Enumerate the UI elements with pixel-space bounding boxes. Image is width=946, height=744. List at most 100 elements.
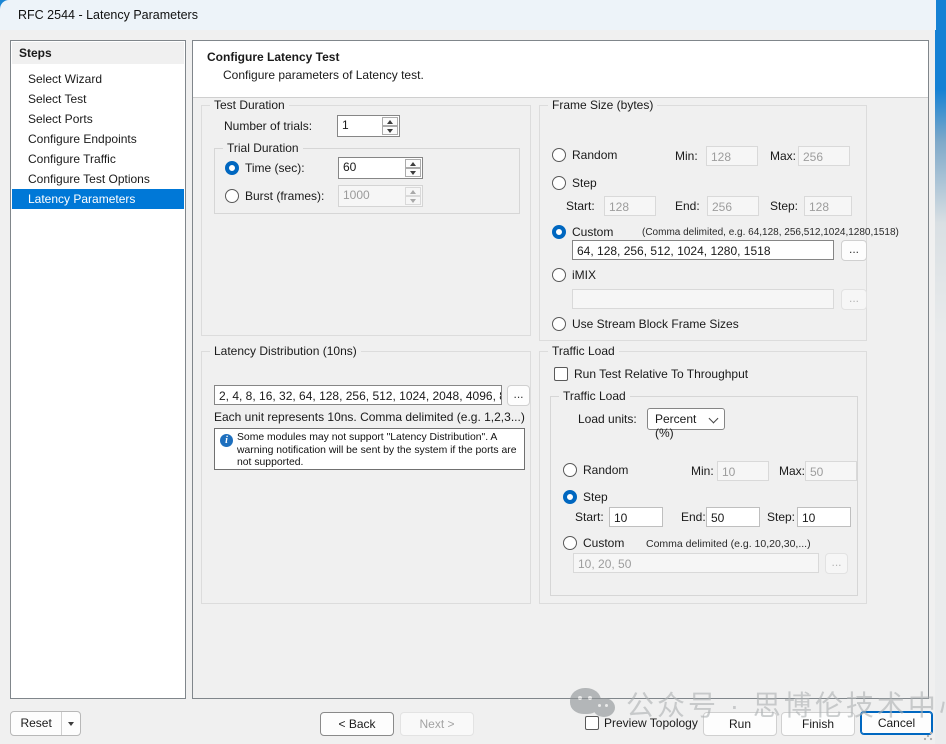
traffic-load-group-label: Traffic Load xyxy=(548,344,619,358)
frame-size-imix-radio[interactable] xyxy=(552,268,566,282)
test-duration-group-label: Test Duration xyxy=(210,98,289,112)
sidebar-item-select-test[interactable]: Select Test xyxy=(11,89,185,109)
frame-size-random-label: Random xyxy=(572,148,617,162)
load-start-field[interactable]: 10 xyxy=(609,507,663,527)
spin-down-icon xyxy=(405,196,421,205)
number-of-trials-value[interactable]: 1 xyxy=(338,116,382,136)
info-icon: i xyxy=(220,434,233,447)
frame-size-step-size-field: 128 xyxy=(804,196,852,216)
page-subtitle: Configure parameters of Latency test. xyxy=(223,68,424,82)
frame-size-max-field: 256 xyxy=(798,146,850,166)
load-max-field: 50 xyxy=(805,461,857,481)
chevron-down-icon xyxy=(68,722,74,726)
frame-size-random-radio[interactable] xyxy=(552,148,566,162)
spin-down-icon[interactable] xyxy=(405,168,421,177)
frame-size-step-label: Step xyxy=(572,176,597,190)
time-sec-stepper[interactable]: 60 xyxy=(338,157,423,179)
spin-up-icon[interactable] xyxy=(405,159,421,168)
titlebar: RFC 2544 - Latency Parameters xyxy=(0,0,936,30)
frame-size-step-size-label: Step: xyxy=(770,199,798,213)
frame-size-end-label: End: xyxy=(675,199,700,213)
frame-size-min-label: Min: xyxy=(675,149,698,163)
sidebar-item-configure-test-options[interactable]: Configure Test Options xyxy=(11,169,185,189)
burst-frames-stepper: 1000 xyxy=(338,185,423,207)
frame-size-custom-note: (Comma delimited, e.g. 64,128, 256,512,1… xyxy=(642,227,899,238)
frame-size-end-field: 256 xyxy=(707,196,759,216)
traffic-load-inner-group-label: Traffic Load xyxy=(559,389,630,403)
resize-grip-icon[interactable] xyxy=(923,731,933,741)
window-title: RFC 2544 - Latency Parameters xyxy=(18,8,198,22)
frame-size-stream-block-radio[interactable] xyxy=(552,317,566,331)
load-units-select[interactable]: Percent (%) xyxy=(647,408,725,430)
steps-panel: Steps Select Wizard Select Test Select P… xyxy=(10,40,186,699)
main-panel: Configure Latency Test Configure paramet… xyxy=(192,40,929,699)
frame-size-custom-browse-button[interactable]: ... xyxy=(841,240,867,261)
load-end-field[interactable]: 50 xyxy=(706,507,760,527)
run-relative-throughput-checkbox[interactable] xyxy=(554,367,568,381)
load-start-label: Start: xyxy=(575,510,604,524)
number-of-trials-stepper[interactable]: 1 xyxy=(337,115,400,137)
reset-button[interactable]: Reset xyxy=(11,712,61,735)
frame-size-group: Frame Size (bytes) Random Min: 128 Max: … xyxy=(539,105,867,341)
latency-distribution-hint: Each unit represents 10ns. Comma delimit… xyxy=(214,410,525,424)
time-sec-radio[interactable] xyxy=(225,161,239,175)
frame-size-imix-browse-button: ... xyxy=(841,289,867,310)
load-custom-field: 10, 20, 50 xyxy=(573,553,819,573)
frame-size-custom-label: Custom xyxy=(572,225,613,239)
spin-down-icon[interactable] xyxy=(382,126,398,135)
preview-topology-checkbox[interactable] xyxy=(585,716,599,730)
steps-header: Steps xyxy=(12,42,184,64)
load-step-size-label: Step: xyxy=(767,510,795,524)
burst-frames-value: 1000 xyxy=(339,186,405,206)
trial-duration-group-label: Trial Duration xyxy=(223,141,303,155)
load-max-label: Max: xyxy=(779,464,805,478)
load-random-radio[interactable] xyxy=(563,463,577,477)
load-units-label: Load units: xyxy=(578,412,637,426)
frame-size-stream-block-label: Use Stream Block Frame Sizes xyxy=(572,317,739,331)
load-min-field: 10 xyxy=(717,461,769,481)
load-custom-browse-button: ... xyxy=(825,553,848,574)
latency-distribution-group-label: Latency Distribution (10ns) xyxy=(210,344,361,358)
trial-duration-group: Trial Duration Time (sec): 60 Burst (fra… xyxy=(214,148,520,214)
sidebar-item-latency-parameters[interactable]: Latency Parameters xyxy=(12,189,184,209)
time-sec-label: Time (sec): xyxy=(245,161,305,175)
frame-size-custom-field[interactable]: 64, 128, 256, 512, 1024, 1280, 1518 xyxy=(572,240,834,260)
burst-frames-radio[interactable] xyxy=(225,189,239,203)
frame-size-custom-radio[interactable] xyxy=(552,225,566,239)
load-random-label: Random xyxy=(583,463,628,477)
time-sec-value[interactable]: 60 xyxy=(339,158,405,178)
sidebar-item-select-wizard[interactable]: Select Wizard xyxy=(11,69,185,89)
frame-size-max-label: Max: xyxy=(770,149,796,163)
frame-size-step-radio[interactable] xyxy=(552,176,566,190)
finish-button[interactable]: Finish xyxy=(781,712,855,736)
load-units-value: Percent (%) xyxy=(655,412,696,440)
traffic-load-group: Traffic Load Run Test Relative To Throug… xyxy=(539,351,867,604)
load-min-label: Min: xyxy=(691,464,714,478)
frame-size-imix-label: iMIX xyxy=(572,268,596,282)
test-duration-group: Test Duration Number of trials: 1 Trial … xyxy=(201,105,531,336)
load-step-radio[interactable] xyxy=(563,490,577,504)
load-custom-note: Comma delimited (e.g. 10,20,30,...) xyxy=(646,538,811,550)
latency-distribution-info-text: Some modules may not support "Latency Di… xyxy=(237,432,520,470)
number-of-trials-label: Number of trials: xyxy=(224,119,312,133)
sidebar-item-select-ports[interactable]: Select Ports xyxy=(11,109,185,129)
latency-distribution-browse-button[interactable]: ... xyxy=(507,385,530,406)
load-step-label: Step xyxy=(583,490,608,504)
load-step-size-field[interactable]: 10 xyxy=(797,507,851,527)
reset-split-button[interactable]: Reset xyxy=(10,711,81,736)
spin-up-icon[interactable] xyxy=(382,117,398,126)
next-button: Next > xyxy=(400,712,474,736)
reset-dropdown-button[interactable] xyxy=(61,712,80,735)
latency-distribution-field[interactable]: 2, 4, 8, 16, 32, 64, 128, 256, 512, 1024… xyxy=(214,385,502,405)
frame-size-imix-field xyxy=(572,289,834,309)
load-custom-label: Custom xyxy=(583,536,624,550)
frame-size-min-field: 128 xyxy=(706,146,758,166)
sidebar-item-configure-endpoints[interactable]: Configure Endpoints xyxy=(11,129,185,149)
back-button[interactable]: < Back xyxy=(320,712,394,736)
run-button[interactable]: Run xyxy=(703,712,777,736)
window-right-scroll-strip[interactable] xyxy=(935,0,946,744)
sidebar-item-configure-traffic[interactable]: Configure Traffic xyxy=(11,149,185,169)
load-custom-radio[interactable] xyxy=(563,536,577,550)
page-title: Configure Latency Test xyxy=(207,50,339,64)
traffic-load-inner-group: Traffic Load Load units: Percent (%) Ran… xyxy=(550,396,858,596)
